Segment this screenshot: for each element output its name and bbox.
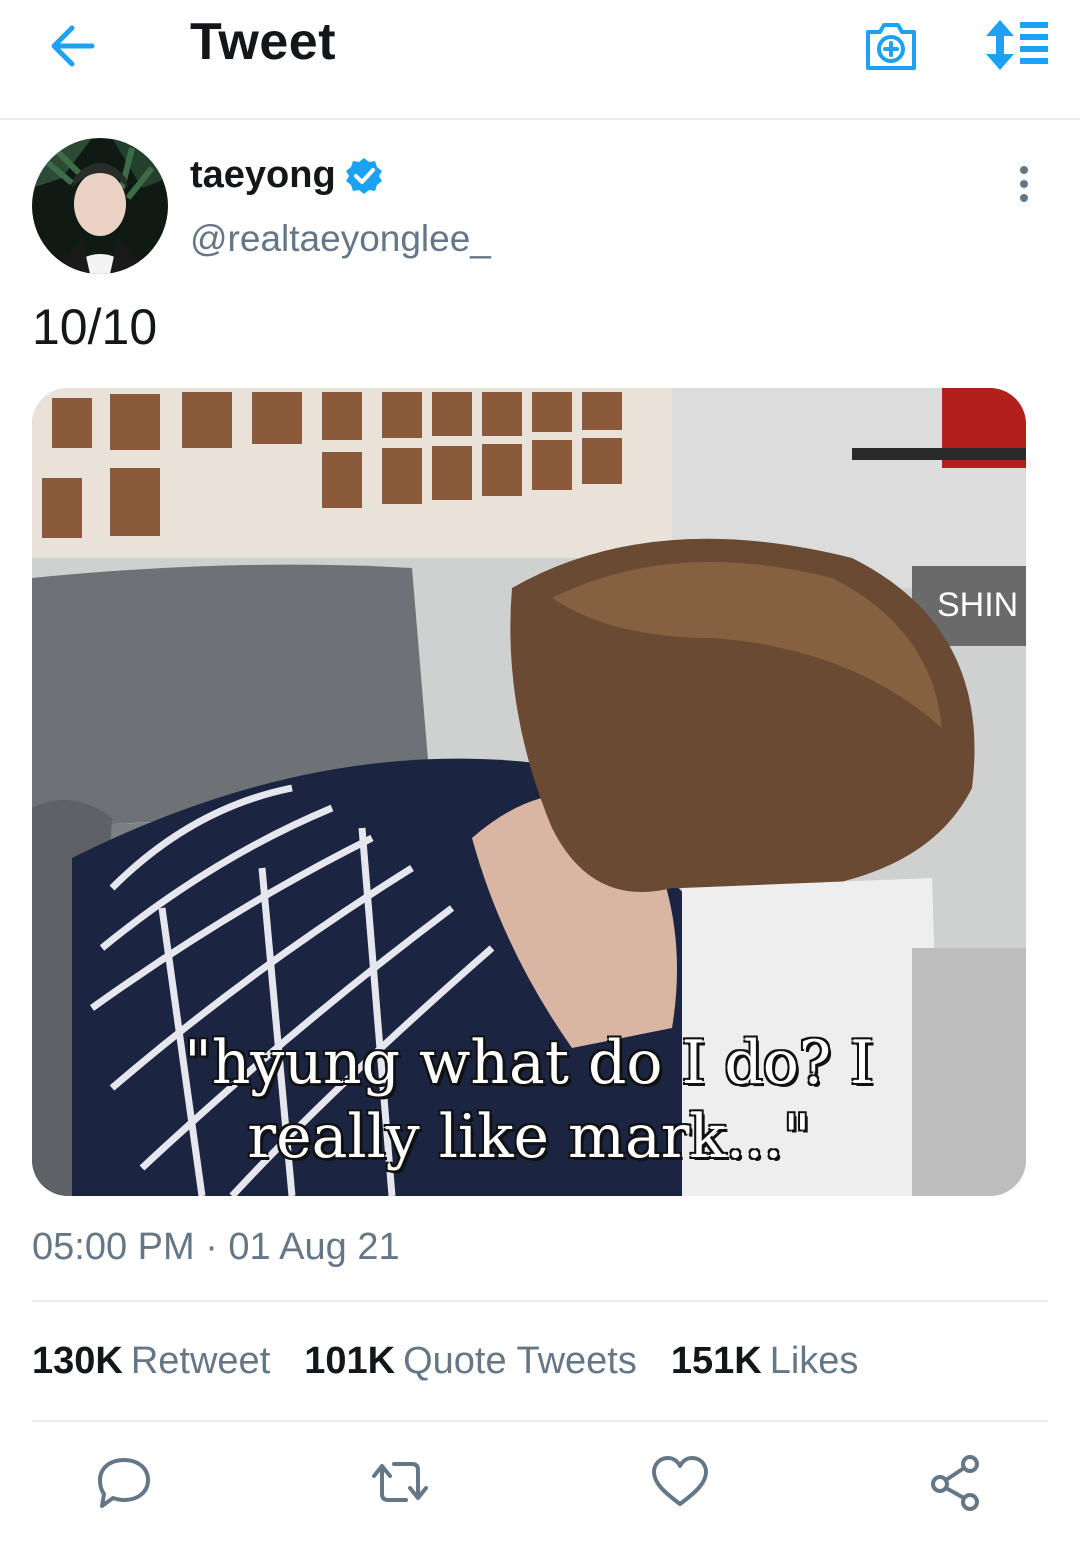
svg-text:SHIN: SHIN <box>937 586 1018 624</box>
quote-label: Quote Tweets <box>403 1340 637 1382</box>
author-name-row: taeyong <box>190 154 384 197</box>
retweet-icon[interactable] <box>370 1452 430 1512</box>
divider <box>32 1420 1048 1422</box>
sort-icon[interactable] <box>984 18 1050 72</box>
retweet-label: Retweet <box>130 1340 271 1382</box>
divider <box>32 1300 1048 1302</box>
author-name[interactable]: taeyong <box>190 154 336 197</box>
author-handle[interactable]: @realtaeyonglee_ <box>190 218 491 260</box>
likes-stat[interactable]: 151K Likes <box>671 1340 859 1383</box>
avatar[interactable] <box>32 138 168 274</box>
tweet-text: 10/10 <box>32 299 158 355</box>
quote-stat[interactable]: 101K Quote Tweets <box>304 1340 637 1383</box>
top-bar: Tweet <box>0 0 1080 120</box>
quote-count: 101K <box>304 1340 396 1382</box>
tweet-timestamp: 05:00 PM · 01 Aug 21 <box>32 1226 400 1268</box>
tweet-stats: 130K Retweet 101K Quote Tweets 151K Likes <box>32 1340 892 1383</box>
reply-icon[interactable] <box>94 1452 154 1512</box>
verified-badge-icon <box>344 156 384 196</box>
more-vertical-icon[interactable] <box>1008 164 1040 204</box>
likes-count: 151K <box>670 1340 762 1382</box>
share-icon[interactable] <box>926 1452 986 1512</box>
tweet-media-image[interactable]: SHIN "hyung what do I do? I really like … <box>32 388 1026 1196</box>
likes-label: Likes <box>769 1340 859 1382</box>
page-title: Tweet <box>190 13 337 71</box>
media-caption: "hyung what do I do? I really like mark.… <box>184 1028 874 1172</box>
retweet-count: 130K <box>32 1340 123 1382</box>
camera-add-icon[interactable] <box>862 20 920 72</box>
back-arrow-icon[interactable] <box>48 20 100 72</box>
retweet-stat[interactable]: 130K Retweet <box>32 1340 270 1383</box>
heart-icon[interactable] <box>650 1452 710 1512</box>
